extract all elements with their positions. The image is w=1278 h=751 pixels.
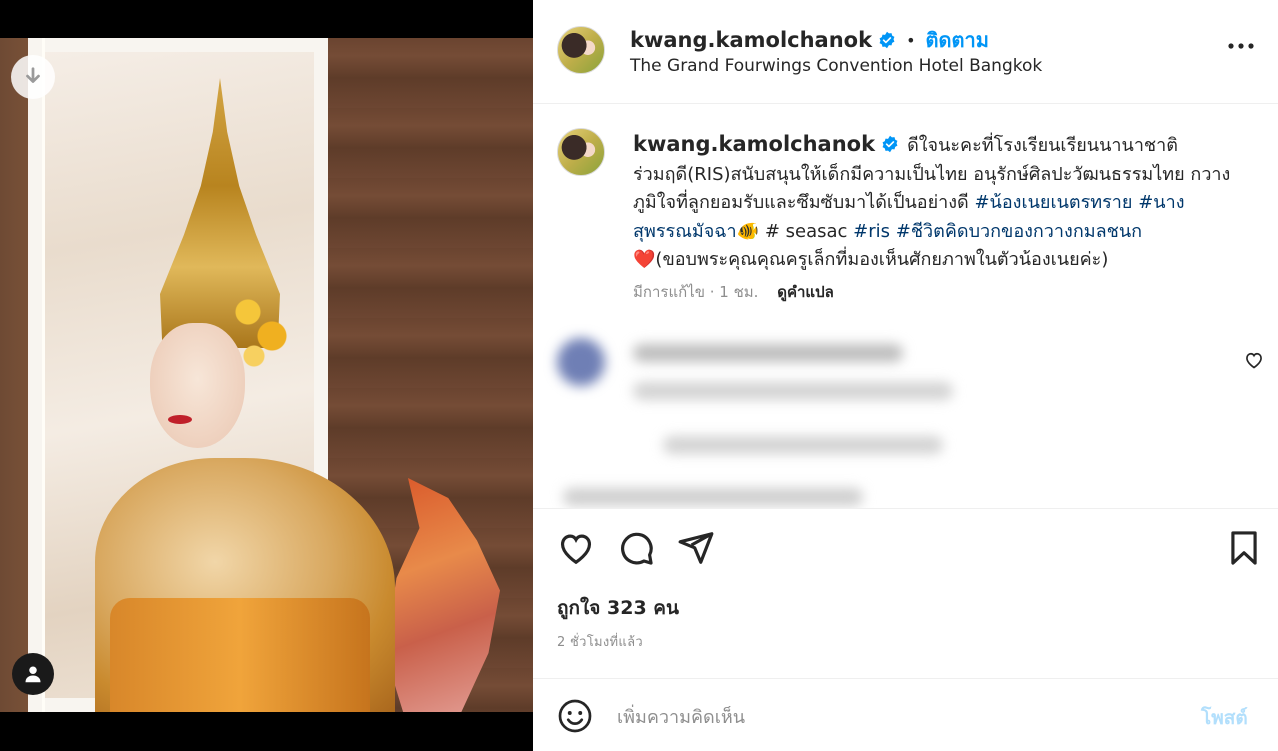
- emoji-icon[interactable]: [557, 698, 593, 734]
- more-icon[interactable]: [1226, 36, 1256, 56]
- separator-dot: •: [906, 30, 916, 50]
- comments-list[interactable]: [533, 324, 1278, 508]
- post-caption: kwang.kamolchanok ดีใจนะคะที่โรงเรียนเรี…: [533, 104, 1278, 324]
- comment-input[interactable]: [617, 703, 1177, 731]
- verified-badge-icon: [882, 135, 898, 153]
- blurred-comment-line: [633, 382, 953, 400]
- post-header: kwang.kamolchanok • ติดตาม The Grand Fou…: [533, 0, 1278, 104]
- post-photo[interactable]: [0, 38, 533, 712]
- likes-count[interactable]: ถูกใจ 323 คน: [557, 593, 679, 623]
- photo-flowers: [230, 288, 290, 368]
- translate-button[interactable]: ดูคำแปล: [777, 283, 834, 301]
- caption-body-3: (ขอบพระคุณคุณครูเล็กที่มองเห็นศักยภาพในต…: [655, 249, 1109, 270]
- header-user-row: kwang.kamolchanok • ติดตาม: [630, 24, 989, 56]
- photo-skirt: [110, 598, 370, 712]
- comment-like-icon[interactable]: [1244, 350, 1264, 370]
- share-icon[interactable]: [677, 529, 715, 567]
- comment-icon[interactable]: [617, 529, 655, 567]
- user-icon: [25, 666, 41, 683]
- follow-button[interactable]: ติดตาม: [926, 24, 989, 56]
- caption-meta: มีการแก้ไข · 1 ชม. ดูคำแปล: [633, 280, 834, 304]
- photo-lips: [168, 415, 192, 424]
- add-comment-bar: โพสต์: [533, 678, 1278, 751]
- post-timestamp[interactable]: 2 ชั่วโมงที่แล้ว: [557, 631, 643, 652]
- caption-username[interactable]: kwang.kamolchanok: [633, 132, 875, 156]
- location-link[interactable]: The Grand Fourwings Convention Hotel Ban…: [630, 56, 1042, 76]
- fish-emoji: 🐠: [736, 220, 760, 242]
- caption-avatar[interactable]: [557, 128, 605, 176]
- download-icon: [26, 67, 40, 83]
- download-button[interactable]: [11, 55, 55, 99]
- blurred-comment-line: [633, 344, 903, 362]
- post-details-panel: kwang.kamolchanok • ติดตาม The Grand Fou…: [533, 0, 1278, 751]
- blurred-comment-line: [563, 488, 863, 506]
- caption-text: kwang.kamolchanok ดีใจนะคะที่โรงเรียนเรี…: [633, 130, 1243, 275]
- hashtag-link[interactable]: #น้องเนยเนตรทราย: [974, 192, 1132, 213]
- heart-emoji: ❤️: [633, 249, 656, 270]
- caption-body-2: # seasac: [759, 220, 854, 242]
- avatar[interactable]: [557, 26, 605, 74]
- post-media-pane: [0, 0, 533, 751]
- blurred-comment-avatar: [557, 338, 605, 386]
- edited-label: มีการแก้ไข · 1 ชม.: [633, 283, 759, 301]
- header-username[interactable]: kwang.kamolchanok: [630, 28, 872, 52]
- bookmark-icon[interactable]: [1225, 529, 1263, 567]
- tagged-users-button[interactable]: [12, 653, 54, 695]
- verified-badge-icon: [879, 31, 895, 49]
- hashtag-link[interactable]: #ชีวิตคิดบวกของกวางกมลชนก: [896, 221, 1142, 242]
- blurred-comment-line: [663, 436, 943, 454]
- post-actions: ถูกใจ 323 คน 2 ชั่วโมงที่แล้ว: [533, 508, 1278, 678]
- hashtag-link[interactable]: #ris: [853, 221, 890, 242]
- post-comment-button[interactable]: โพสต์: [1201, 703, 1248, 733]
- heart-icon[interactable]: [557, 529, 595, 567]
